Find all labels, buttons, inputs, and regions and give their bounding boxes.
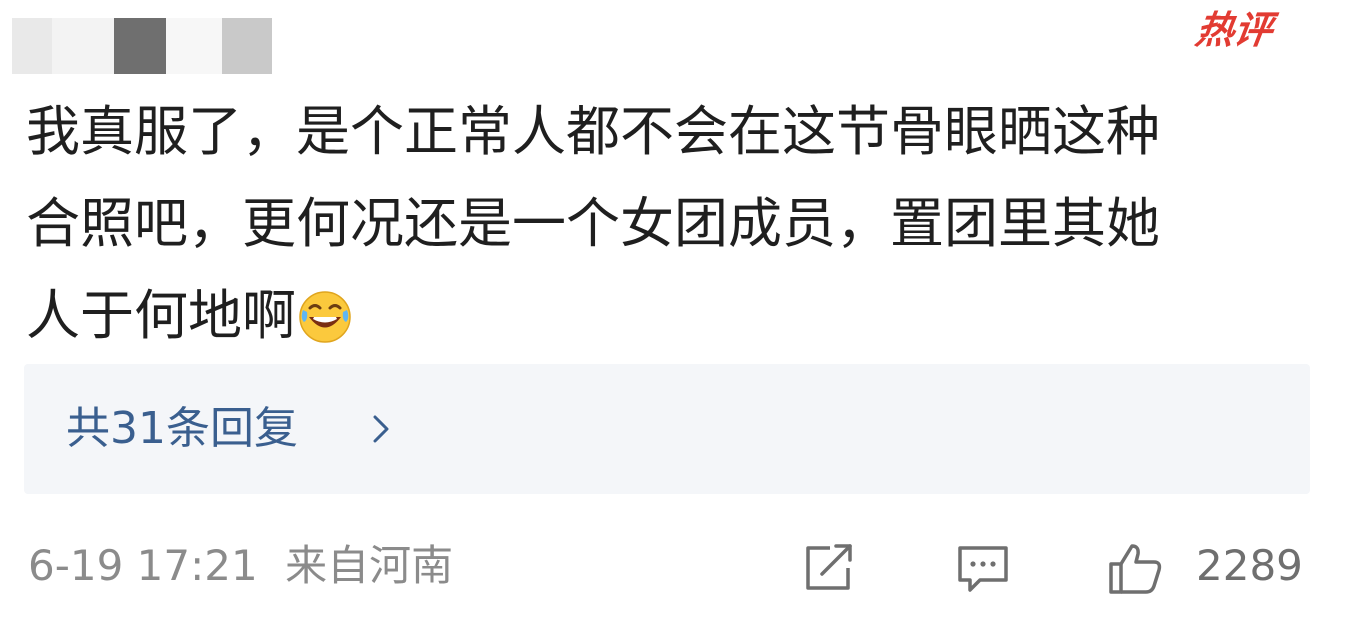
hot-comment-badge: 热评 [1192, 8, 1276, 52]
mosaic-cell [166, 18, 222, 74]
mosaic-cell [114, 18, 166, 74]
like-count: 2289 [1196, 541, 1303, 590]
mosaic-cell [222, 18, 272, 74]
comment-body: 我真服了，是个正常人都不会在这节骨眼晒这种 合照吧，更何况还是一个女团成员，置团… [26, 86, 1326, 362]
share-icon[interactable] [800, 540, 858, 596]
laughing-crying-emoji-icon [299, 291, 351, 343]
like-icon[interactable] [1106, 540, 1164, 596]
replies-count-link[interactable]: 共31条回复 [66, 400, 298, 458]
comment-location: 来自河南 [285, 541, 454, 590]
mosaic-cell [52, 18, 114, 74]
comment-footer: 6-19 17:21 来自河南 2289 [0, 530, 1366, 610]
mosaic-cell [12, 18, 52, 74]
comment-line-text: 人于何地啊 [26, 284, 296, 347]
comment-line: 人于何地啊 [26, 270, 1326, 362]
comment-line: 我真服了，是个正常人都不会在这节骨眼晒这种 [26, 100, 1160, 163]
view-replies-button[interactable]: 共31条回复 [24, 364, 1310, 494]
username-mosaic [12, 18, 272, 74]
comment-icon[interactable] [954, 540, 1012, 596]
chevron-right-icon [373, 415, 389, 443]
comment-date: 6-19 17:21 [28, 541, 258, 590]
comment-meta: 6-19 17:21 来自河南 [28, 536, 453, 596]
comment-line: 合照吧，更何况还是一个女团成员，置团里其她 [26, 192, 1160, 255]
